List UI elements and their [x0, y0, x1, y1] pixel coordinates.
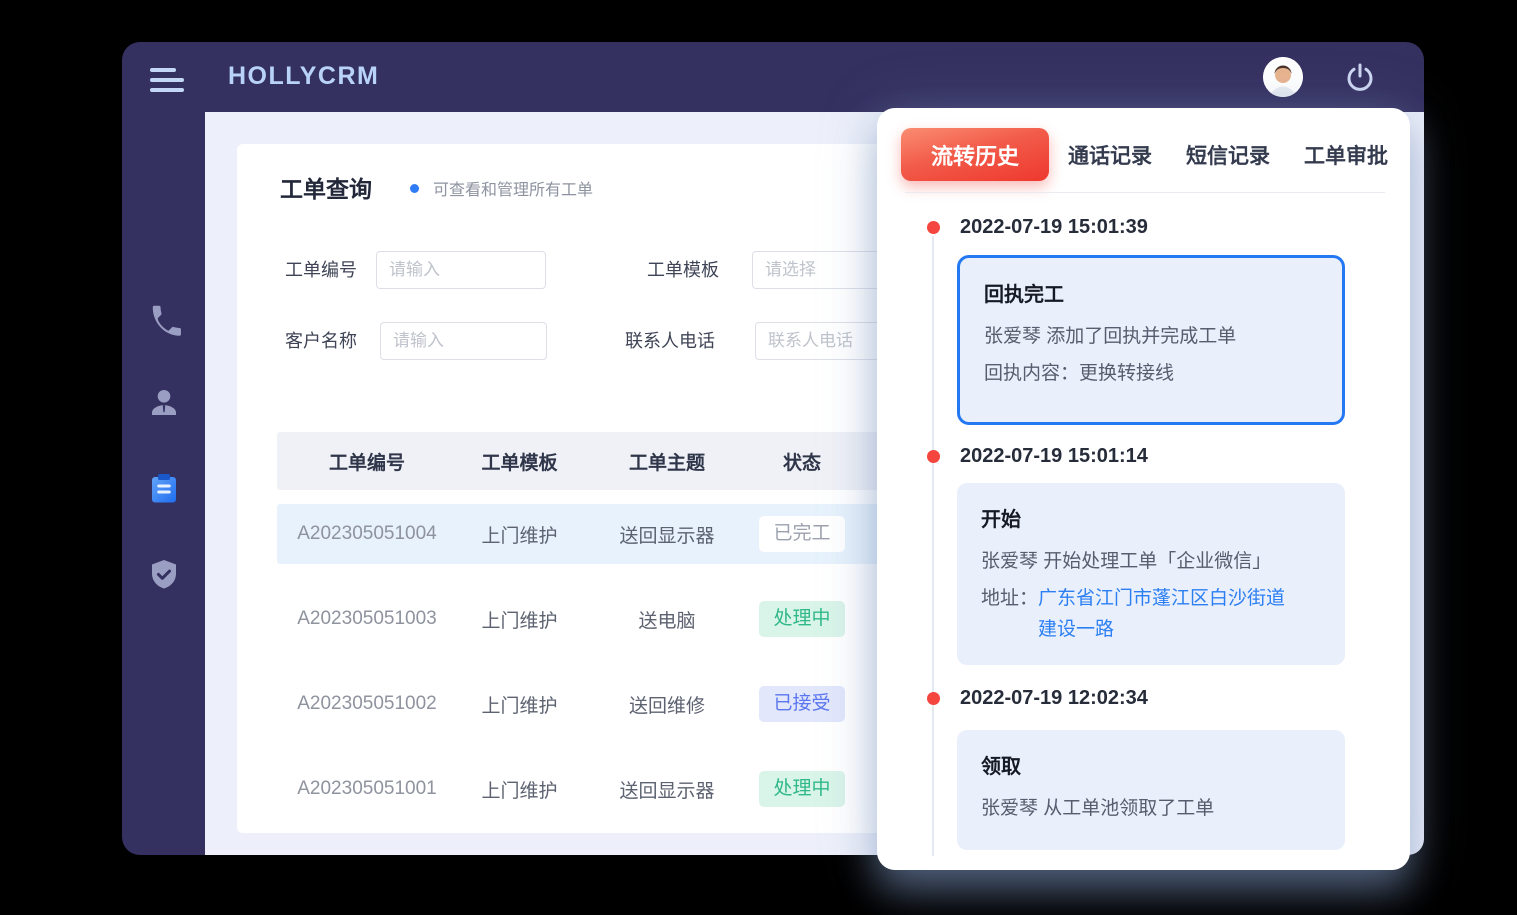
cell-subject: 送回维修 — [582, 691, 752, 718]
timeline-card-start[interactable]: 开始 张爱琴 开始处理工单「企业微信」 地址： 广东省江门市蓬江区白沙街道建设一… — [957, 483, 1345, 665]
timeline-dot — [927, 221, 940, 234]
cell-order-id: A202305051003 — [277, 608, 457, 630]
sidebar-item-work-orders[interactable] — [146, 471, 182, 507]
tab-circulation-history[interactable]: 流转历史 — [901, 128, 1049, 181]
col-header-order-id: 工单编号 — [277, 448, 457, 475]
timeline-card-line: 张爱琴 从工单池领取了工单 — [981, 790, 1321, 827]
order-id-input[interactable] — [376, 251, 546, 289]
history-panel: 流转历史 通话记录 短信记录 工单审批 2022-07-19 15:01:39 … — [877, 108, 1410, 870]
timeline-dot — [927, 692, 940, 705]
page-subtitle: 可查看和管理所有工单 — [433, 176, 593, 200]
timeline-card-receipt-complete[interactable]: 回执完工 张爱琴 添加了回执并完成工单 回执内容：更换转接线 — [957, 255, 1345, 425]
sidebar-item-contacts[interactable] — [146, 385, 182, 421]
filter-label-order-id: 工单编号 — [285, 251, 357, 289]
tab-call-records[interactable]: 通话记录 — [1068, 140, 1152, 170]
timeline-card-address: 地址： 广东省江门市蓬江区白沙街道建设一路 — [981, 583, 1321, 645]
cell-subject: 送电脑 — [582, 606, 752, 633]
avatar[interactable] — [1263, 57, 1303, 97]
timeline-card-title: 开始 — [981, 503, 1321, 532]
avatar-image — [1263, 57, 1303, 97]
col-header-status: 状态 — [752, 448, 852, 475]
cell-order-id: A202305051004 — [277, 523, 457, 545]
col-header-template: 工单模板 — [457, 448, 582, 475]
tab-sms-records[interactable]: 短信记录 — [1186, 140, 1270, 170]
panel-tabs: 流转历史 通话记录 短信记录 工单审批 — [901, 128, 1390, 181]
timeline-card-title: 领取 — [981, 750, 1321, 779]
cell-template: 上门维护 — [457, 776, 582, 803]
tabs-divider — [905, 192, 1385, 193]
timeline-timestamp: 2022-07-19 12:02:34 — [960, 687, 1148, 710]
timeline-card-title: 回执完工 — [984, 278, 1318, 307]
tab-order-approval[interactable]: 工单审批 — [1304, 140, 1388, 170]
cell-template: 上门维护 — [457, 691, 582, 718]
status-badge: 已完工 — [759, 516, 845, 552]
phone-icon — [146, 302, 182, 338]
timeline-timestamp: 2022-07-19 15:01:39 — [960, 216, 1148, 239]
address-link[interactable]: 广东省江门市蓬江区白沙街道建设一路 — [1038, 583, 1290, 645]
shield-check-icon — [146, 557, 182, 593]
cell-subject: 送回显示器 — [582, 776, 752, 803]
cell-order-id: A202305051002 — [277, 693, 457, 715]
screenshot-stage: HOLLYCRM — [0, 0, 1517, 915]
subtitle-dot — [410, 184, 419, 193]
timeline-timestamp: 2022-07-19 15:01:14 — [960, 445, 1148, 468]
timeline-line — [932, 236, 934, 856]
timeline-card-claim[interactable]: 领取 张爱琴 从工单池领取了工单 — [957, 730, 1345, 850]
status-badge: 处理中 — [759, 601, 845, 637]
timeline-dot — [927, 450, 940, 463]
page-header: 工单查询 可查看和管理所有工单 — [280, 170, 593, 204]
sidebar-item-security[interactable] — [146, 557, 182, 593]
col-header-subject: 工单主题 — [582, 448, 752, 475]
timeline-card-line: 张爱琴 开始处理工单「企业微信」 — [981, 543, 1321, 580]
person-icon — [146, 385, 182, 421]
status-badge: 处理中 — [759, 771, 845, 807]
clipboard-icon — [146, 471, 182, 507]
status-badge: 已接受 — [759, 686, 845, 722]
cell-template: 上门维护 — [457, 606, 582, 633]
filter-label-contact-phone: 联系人电话 — [625, 322, 715, 360]
menu-icon[interactable] — [150, 68, 186, 98]
page-title: 工单查询 — [280, 170, 372, 204]
timeline-card-line: 回执内容：更换转接线 — [984, 355, 1318, 392]
cell-subject: 送回显示器 — [582, 521, 752, 548]
sidebar — [122, 112, 205, 855]
filter-label-template: 工单模板 — [647, 251, 719, 289]
cell-template: 上门维护 — [457, 521, 582, 548]
timeline-card-line: 张爱琴 添加了回执并完成工单 — [984, 318, 1318, 355]
filter-label-customer: 客户名称 — [285, 322, 357, 360]
cell-order-id: A202305051001 — [277, 778, 457, 800]
app-logo: HOLLYCRM — [228, 62, 379, 91]
customer-name-input[interactable] — [380, 322, 547, 360]
address-label: 地址： — [981, 583, 1038, 645]
power-icon[interactable] — [1344, 61, 1376, 93]
sidebar-item-calls[interactable] — [146, 302, 182, 338]
